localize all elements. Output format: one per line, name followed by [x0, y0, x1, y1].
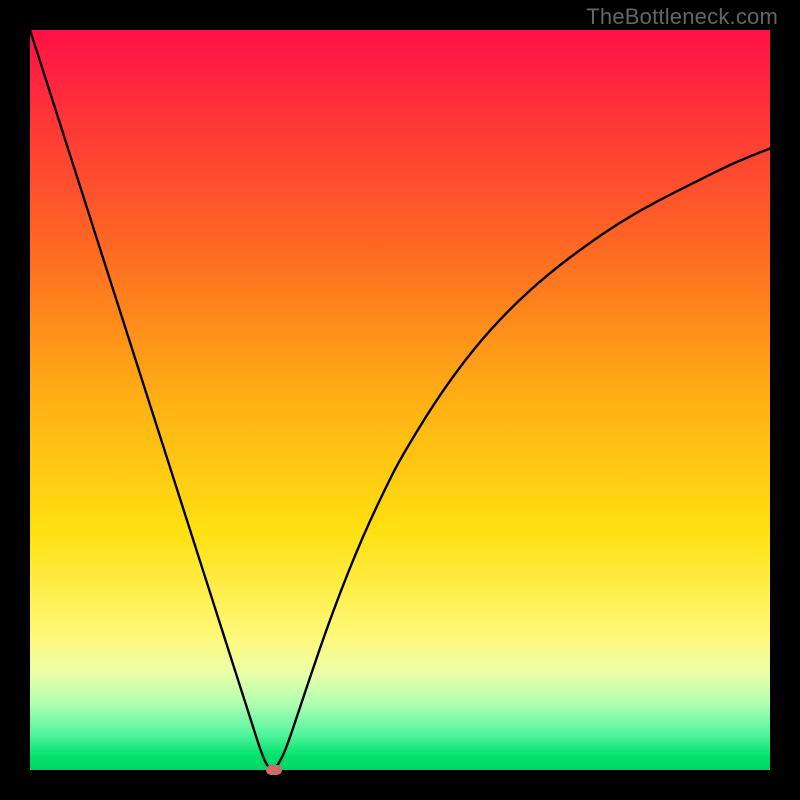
watermark-text: TheBottleneck.com [586, 4, 778, 30]
chart-frame: TheBottleneck.com [0, 0, 800, 800]
minimum-marker-icon [266, 765, 282, 775]
plot-area [30, 30, 770, 770]
gradient-background [30, 30, 770, 770]
